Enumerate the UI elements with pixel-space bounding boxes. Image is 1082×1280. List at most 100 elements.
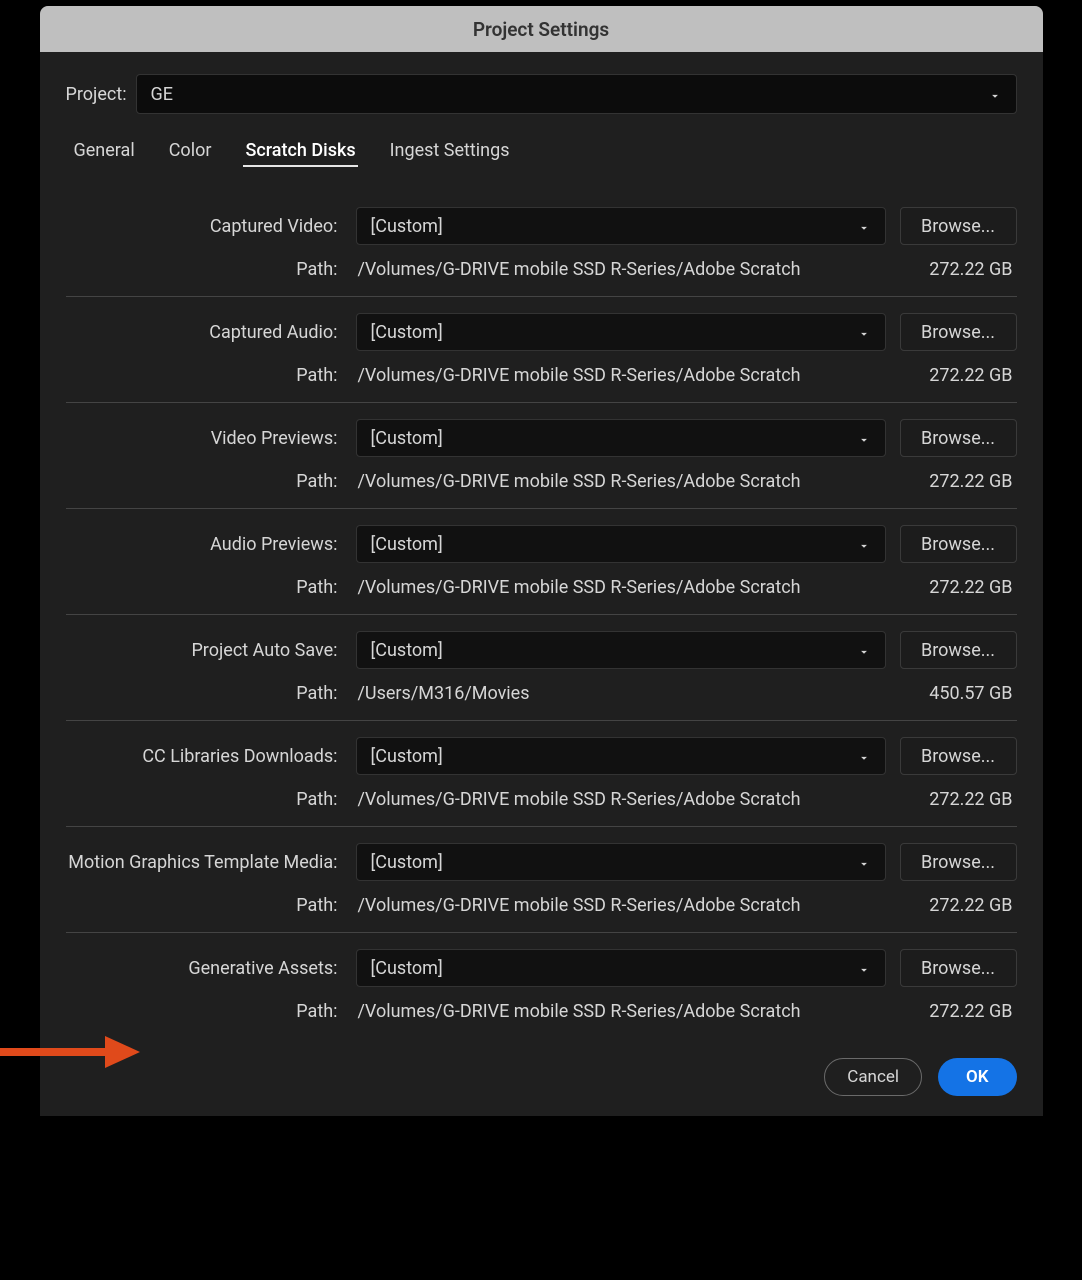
tab-general[interactable]: General xyxy=(72,136,137,167)
tab-scratch-disks[interactable]: Scratch Disks xyxy=(243,136,357,167)
browse-button-audio_previews[interactable]: Browse... xyxy=(900,525,1017,563)
chevron-down-icon xyxy=(988,87,1002,101)
section-row-controls: Captured Video: [Custom] Browse... xyxy=(66,207,1017,245)
project-row: Project: GE xyxy=(66,74,1017,114)
dropdown-value: [Custom] xyxy=(371,534,443,555)
section-row-path: Path: /Volumes/G-DRIVE mobile SSD R-Seri… xyxy=(66,577,1017,598)
field-label-project_auto_save: Project Auto Save: xyxy=(66,640,342,661)
ok-button[interactable]: OK xyxy=(938,1058,1017,1096)
path-value-audio_previews: /Volumes/G-DRIVE mobile SSD R-Series/Ado… xyxy=(342,577,887,598)
section-row-path: Path: /Volumes/G-DRIVE mobile SSD R-Seri… xyxy=(66,895,1017,916)
section-row-controls: CC Libraries Downloads: [Custom] Browse.… xyxy=(66,737,1017,775)
window-content: Project: GE General Color Scratch Disks … xyxy=(40,52,1043,1116)
path-value-cc_libraries_downloads: /Volumes/G-DRIVE mobile SSD R-Series/Ado… xyxy=(342,789,887,810)
section-row-path: Path: /Users/M316/Movies 450.57 GB xyxy=(66,683,1017,704)
section-captured_audio: Captured Audio: [Custom] Browse... Path:… xyxy=(66,297,1017,403)
field-label-audio_previews: Audio Previews: xyxy=(66,534,342,555)
path-value-video_previews: /Volumes/G-DRIVE mobile SSD R-Series/Ado… xyxy=(342,471,887,492)
chevron-down-icon xyxy=(857,431,871,445)
dropdown-project_auto_save[interactable]: [Custom] xyxy=(356,631,886,669)
path-label: Path: xyxy=(66,895,342,916)
size-value-motion_graphics_template_media: 272.22 GB xyxy=(887,895,1017,916)
dropdown-value: [Custom] xyxy=(371,852,443,873)
chevron-down-icon xyxy=(857,537,871,551)
dialog-footer: Cancel OK xyxy=(66,1058,1017,1096)
dropdown-value: [Custom] xyxy=(371,746,443,767)
dropdown-value: [Custom] xyxy=(371,322,443,343)
field-label-cc_libraries_downloads: CC Libraries Downloads: xyxy=(66,746,342,767)
project-select[interactable]: GE xyxy=(136,74,1017,114)
tab-color[interactable]: Color xyxy=(167,136,214,167)
browse-button-motion_graphics_template_media[interactable]: Browse... xyxy=(900,843,1017,881)
path-label: Path: xyxy=(66,259,342,280)
path-value-generative_assets: /Volumes/G-DRIVE mobile SSD R-Series/Ado… xyxy=(342,1001,887,1022)
chevron-down-icon xyxy=(857,749,871,763)
size-value-captured_video: 272.22 GB xyxy=(887,259,1017,280)
section-audio_previews: Audio Previews: [Custom] Browse... Path:… xyxy=(66,509,1017,615)
section-row-controls: Motion Graphics Template Media: [Custom]… xyxy=(66,843,1017,881)
section-cc_libraries_downloads: CC Libraries Downloads: [Custom] Browse.… xyxy=(66,721,1017,827)
field-label-motion_graphics_template_media: Motion Graphics Template Media: xyxy=(66,852,342,873)
tabs: General Color Scratch Disks Ingest Setti… xyxy=(72,136,1017,167)
path-label: Path: xyxy=(66,1001,342,1022)
tab-ingest-settings[interactable]: Ingest Settings xyxy=(388,136,512,167)
dropdown-generative_assets[interactable]: [Custom] xyxy=(356,949,886,987)
browse-button-captured_audio[interactable]: Browse... xyxy=(900,313,1017,351)
path-value-captured_audio: /Volumes/G-DRIVE mobile SSD R-Series/Ado… xyxy=(342,365,887,386)
browse-button-video_previews[interactable]: Browse... xyxy=(900,419,1017,457)
section-row-path: Path: /Volumes/G-DRIVE mobile SSD R-Seri… xyxy=(66,789,1017,810)
section-video_previews: Video Previews: [Custom] Browse... Path:… xyxy=(66,403,1017,509)
section-generative_assets: Generative Assets: [Custom] Browse... Pa… xyxy=(66,933,1017,1038)
browse-button-cc_libraries_downloads[interactable]: Browse... xyxy=(900,737,1017,775)
chevron-down-icon xyxy=(857,325,871,339)
path-value-captured_video: /Volumes/G-DRIVE mobile SSD R-Series/Ado… xyxy=(342,259,887,280)
cancel-button[interactable]: Cancel xyxy=(824,1058,922,1096)
section-row-path: Path: /Volumes/G-DRIVE mobile SSD R-Seri… xyxy=(66,259,1017,280)
path-label: Path: xyxy=(66,683,342,704)
path-label: Path: xyxy=(66,577,342,598)
field-label-captured_audio: Captured Audio: xyxy=(66,322,342,343)
section-motion_graphics_template_media: Motion Graphics Template Media: [Custom]… xyxy=(66,827,1017,933)
project-settings-window: Project Settings Project: GE General Col… xyxy=(40,6,1043,1116)
dropdown-motion_graphics_template_media[interactable]: [Custom] xyxy=(356,843,886,881)
chevron-down-icon xyxy=(857,219,871,233)
path-value-project_auto_save: /Users/M316/Movies xyxy=(342,683,887,704)
section-row-controls: Audio Previews: [Custom] Browse... xyxy=(66,525,1017,563)
section-row-path: Path: /Volumes/G-DRIVE mobile SSD R-Seri… xyxy=(66,365,1017,386)
path-label: Path: xyxy=(66,789,342,810)
size-value-video_previews: 272.22 GB xyxy=(887,471,1017,492)
size-value-audio_previews: 272.22 GB xyxy=(887,577,1017,598)
section-row-path: Path: /Volumes/G-DRIVE mobile SSD R-Seri… xyxy=(66,471,1017,492)
chevron-down-icon xyxy=(857,961,871,975)
size-value-project_auto_save: 450.57 GB xyxy=(887,683,1017,704)
browse-button-captured_video[interactable]: Browse... xyxy=(900,207,1017,245)
project-label: Project: xyxy=(66,84,136,105)
section-row-path: Path: /Volumes/G-DRIVE mobile SSD R-Seri… xyxy=(66,1001,1017,1022)
dropdown-value: [Custom] xyxy=(371,216,443,237)
size-value-generative_assets: 272.22 GB xyxy=(887,1001,1017,1022)
dropdown-captured_audio[interactable]: [Custom] xyxy=(356,313,886,351)
project-value: GE xyxy=(151,84,174,105)
window-title: Project Settings xyxy=(473,18,609,41)
section-row-controls: Video Previews: [Custom] Browse... xyxy=(66,419,1017,457)
dropdown-value: [Custom] xyxy=(371,428,443,449)
section-row-controls: Captured Audio: [Custom] Browse... xyxy=(66,313,1017,351)
dropdown-captured_video[interactable]: [Custom] xyxy=(356,207,886,245)
dropdown-value: [Custom] xyxy=(371,640,443,661)
browse-button-generative_assets[interactable]: Browse... xyxy=(900,949,1017,987)
dropdown-value: [Custom] xyxy=(371,958,443,979)
field-label-video_previews: Video Previews: xyxy=(66,428,342,449)
browse-button-project_auto_save[interactable]: Browse... xyxy=(900,631,1017,669)
field-label-captured_video: Captured Video: xyxy=(66,216,342,237)
dropdown-audio_previews[interactable]: [Custom] xyxy=(356,525,886,563)
field-label-generative_assets: Generative Assets: xyxy=(66,958,342,979)
dropdown-video_previews[interactable]: [Custom] xyxy=(356,419,886,457)
size-value-captured_audio: 272.22 GB xyxy=(887,365,1017,386)
chevron-down-icon xyxy=(857,855,871,869)
dropdown-cc_libraries_downloads[interactable]: [Custom] xyxy=(356,737,886,775)
path-value-motion_graphics_template_media: /Volumes/G-DRIVE mobile SSD R-Series/Ado… xyxy=(342,895,887,916)
size-value-cc_libraries_downloads: 272.22 GB xyxy=(887,789,1017,810)
section-captured_video: Captured Video: [Custom] Browse... Path:… xyxy=(66,191,1017,297)
section-row-controls: Generative Assets: [Custom] Browse... xyxy=(66,949,1017,987)
path-label: Path: xyxy=(66,365,342,386)
